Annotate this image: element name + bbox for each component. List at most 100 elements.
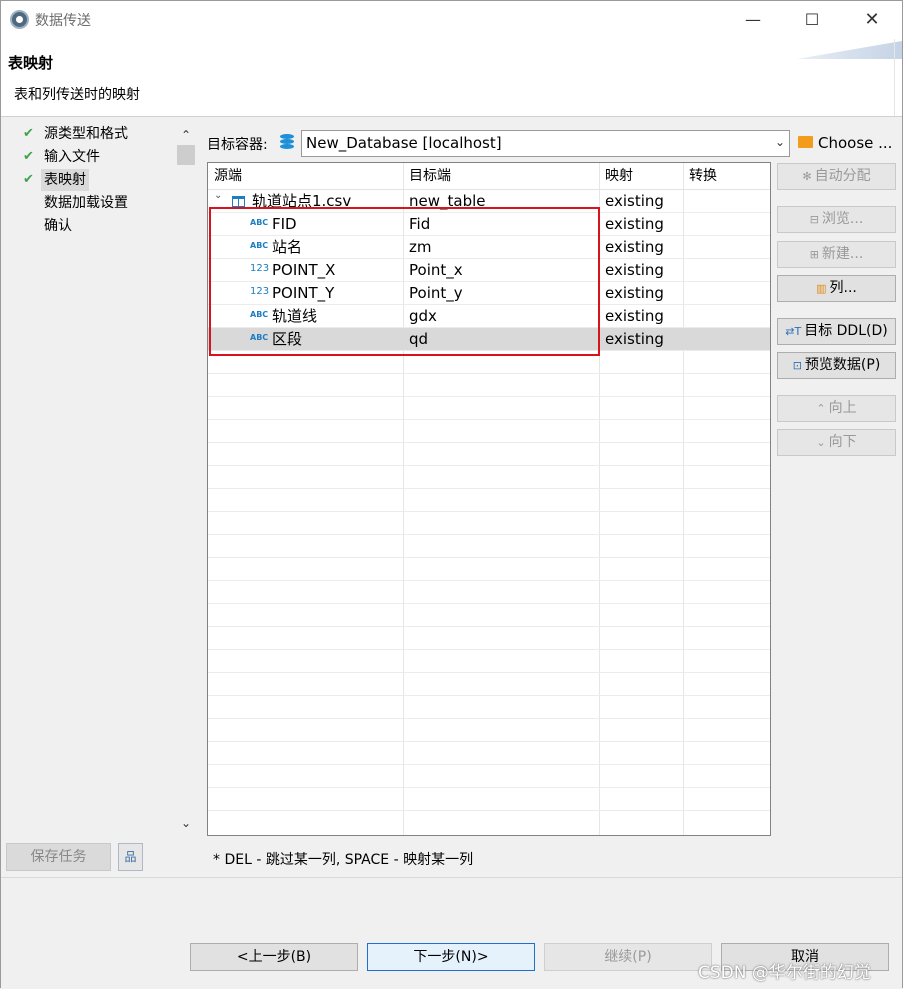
column-header-transform[interactable]: 转换 bbox=[683, 163, 717, 190]
nav-item-label: 表映射 bbox=[41, 169, 89, 191]
source-cell: 轨道站点1.csv bbox=[252, 192, 352, 210]
mapping-cell[interactable]: existing bbox=[605, 328, 664, 351]
save-task-button[interactable]: 保存任务 bbox=[6, 843, 111, 871]
target-cell[interactable]: gdx bbox=[409, 305, 437, 328]
auto-assign-button[interactable]: ✻ 自动分配 bbox=[777, 163, 896, 190]
mapping-table-header: 源端 目标端 映射 转换 bbox=[208, 163, 770, 190]
mapping-cell[interactable]: existing bbox=[605, 213, 664, 236]
empty-row bbox=[208, 604, 770, 627]
columns-label: 列... bbox=[829, 280, 857, 296]
table-row[interactable]: ⌄ 轨道站点1.csv new_table existing bbox=[208, 190, 770, 213]
empty-row bbox=[208, 765, 770, 788]
header-scrollbar[interactable] bbox=[894, 39, 902, 116]
empty-row bbox=[208, 351, 770, 374]
scroll-up-icon[interactable]: ⌃ bbox=[176, 125, 196, 145]
page-description: 表和列传送时的映射 bbox=[14, 87, 140, 103]
chevron-down-icon[interactable]: ⌄ bbox=[775, 135, 785, 149]
empty-row bbox=[208, 696, 770, 719]
auto-assign-label: 自动分配 bbox=[814, 168, 871, 184]
minimize-button[interactable]: — bbox=[738, 6, 768, 34]
empty-row bbox=[208, 627, 770, 650]
target-cell[interactable]: qd bbox=[409, 328, 428, 351]
target-ddl-button[interactable]: ⇄T 目标 DDL(D) bbox=[777, 318, 896, 345]
table-row[interactable]: ABC 轨道线 gdx existing bbox=[208, 305, 770, 328]
check-icon: ✔ bbox=[23, 126, 34, 141]
continue-button[interactable]: 继续(P) bbox=[544, 943, 712, 971]
data-transfer-window: 数据传送 — ☐ ✕ 表映射 表和列传送时的映射 ✔ 源类型和格式 ✔ 输入文件… bbox=[0, 0, 903, 989]
mapping-cell[interactable]: existing bbox=[605, 259, 664, 282]
maximize-button[interactable]: ☐ bbox=[797, 6, 827, 34]
target-container-value: New_Database [localhost] bbox=[306, 134, 502, 152]
target-cell[interactable]: Point_y bbox=[409, 282, 463, 305]
nav-item-label: 数据加载设置 bbox=[44, 195, 128, 211]
column-header-mapping[interactable]: 映射 bbox=[599, 163, 633, 190]
target-cell[interactable]: new_table bbox=[409, 190, 486, 213]
move-up-button[interactable]: ⌃ 向上 bbox=[777, 395, 896, 422]
source-cell: 站名 bbox=[272, 238, 303, 256]
table-row[interactable]: 123 POINT_X Point_x existing bbox=[208, 259, 770, 282]
source-cell: POINT_X bbox=[272, 261, 336, 279]
back-button[interactable]: <上一步(B) bbox=[190, 943, 358, 971]
empty-row bbox=[208, 535, 770, 558]
empty-row bbox=[208, 788, 770, 811]
text-type-icon: ABC bbox=[250, 241, 269, 250]
table-row-selected[interactable]: ABC 区段 qd existing bbox=[208, 328, 770, 351]
next-button[interactable]: 下一步(N)> bbox=[367, 943, 535, 971]
close-button[interactable]: ✕ bbox=[857, 6, 887, 34]
move-down-button[interactable]: ⌄ 向下 bbox=[777, 429, 896, 456]
column-header-target[interactable]: 目标端 bbox=[403, 163, 451, 190]
nav-scrollbar[interactable]: ⌃ ⌄ bbox=[176, 125, 196, 833]
empty-row bbox=[208, 443, 770, 466]
nav-item-label: 确认 bbox=[44, 218, 72, 234]
number-type-icon: 123 bbox=[250, 286, 270, 297]
target-cell[interactable]: Point_x bbox=[409, 259, 463, 282]
scroll-down-icon[interactable]: ⌄ bbox=[176, 813, 196, 833]
keyboard-hint: * DEL - 跳过某一列, SPACE - 映射某一列 bbox=[213, 852, 474, 868]
table-row[interactable]: ABC 站名 zm existing bbox=[208, 236, 770, 259]
preview-icon: ⊡ bbox=[792, 359, 802, 372]
columns-button[interactable]: ▥ 列... bbox=[777, 275, 896, 302]
empty-row bbox=[208, 397, 770, 420]
new-button[interactable]: ⊞ 新建... bbox=[777, 241, 896, 268]
text-type-icon: ABC bbox=[250, 333, 269, 342]
new-label: 新建... bbox=[821, 246, 864, 262]
mapping-cell[interactable]: existing bbox=[605, 236, 664, 259]
empty-row bbox=[208, 581, 770, 604]
mapping-cell[interactable]: existing bbox=[605, 190, 664, 213]
title-bar: 数据传送 — ☐ ✕ bbox=[1, 1, 902, 39]
browse-button[interactable]: ⊟ 浏览... bbox=[777, 206, 896, 233]
wizard-step-list: ✔ 源类型和格式 ✔ 输入文件 ✔ 表映射 数据加载设置 确认 bbox=[6, 123, 196, 831]
target-container-label: 目标容器: bbox=[207, 137, 268, 153]
target-cell[interactable]: zm bbox=[409, 236, 432, 259]
source-cell: 轨道线 bbox=[272, 307, 318, 325]
choose-container-button[interactable]: Choose ... bbox=[818, 134, 892, 152]
column-header-source[interactable]: 源端 bbox=[208, 163, 242, 190]
move-down-label: 向下 bbox=[828, 434, 857, 450]
table-row[interactable]: 123 POINT_Y Point_y existing bbox=[208, 282, 770, 305]
empty-row bbox=[208, 742, 770, 765]
window-title: 数据传送 bbox=[35, 13, 91, 29]
target-cell[interactable]: Fid bbox=[409, 213, 430, 236]
scroll-thumb[interactable] bbox=[177, 145, 195, 165]
mapping-table[interactable]: 源端 目标端 映射 转换 ⌄ 轨道站点1.csv new_table exist… bbox=[207, 162, 771, 836]
empty-row bbox=[208, 719, 770, 742]
new-table-icon: ⊞ bbox=[809, 248, 819, 261]
source-cell: POINT_Y bbox=[272, 284, 335, 302]
nav-item-label: 源类型和格式 bbox=[44, 126, 128, 142]
table-row[interactable]: ABC FID Fid existing bbox=[208, 213, 770, 236]
wizard-header: 表映射 表和列传送时的映射 bbox=[1, 39, 902, 117]
ddl-icon: ⇄T bbox=[785, 325, 802, 338]
mapping-cell[interactable]: existing bbox=[605, 282, 664, 305]
check-icon: ✔ bbox=[23, 149, 34, 164]
chevron-down-icon: ⌄ bbox=[816, 436, 826, 449]
target-container-select[interactable]: New_Database [localhost] ⌄ bbox=[301, 130, 790, 157]
database-icon bbox=[280, 134, 294, 150]
task-config-icon[interactable]: 品 bbox=[118, 843, 143, 871]
text-type-icon: ABC bbox=[250, 310, 269, 319]
dbeaver-app-icon bbox=[10, 10, 29, 29]
target-ddl-label: 目标 DDL(D) bbox=[804, 323, 888, 339]
source-cell: FID bbox=[272, 215, 297, 233]
mapping-cell[interactable]: existing bbox=[605, 305, 664, 328]
preview-data-button[interactable]: ⊡ 预览数据(P) bbox=[777, 352, 896, 379]
expand-arrow-icon[interactable]: ⌄ bbox=[214, 190, 222, 201]
